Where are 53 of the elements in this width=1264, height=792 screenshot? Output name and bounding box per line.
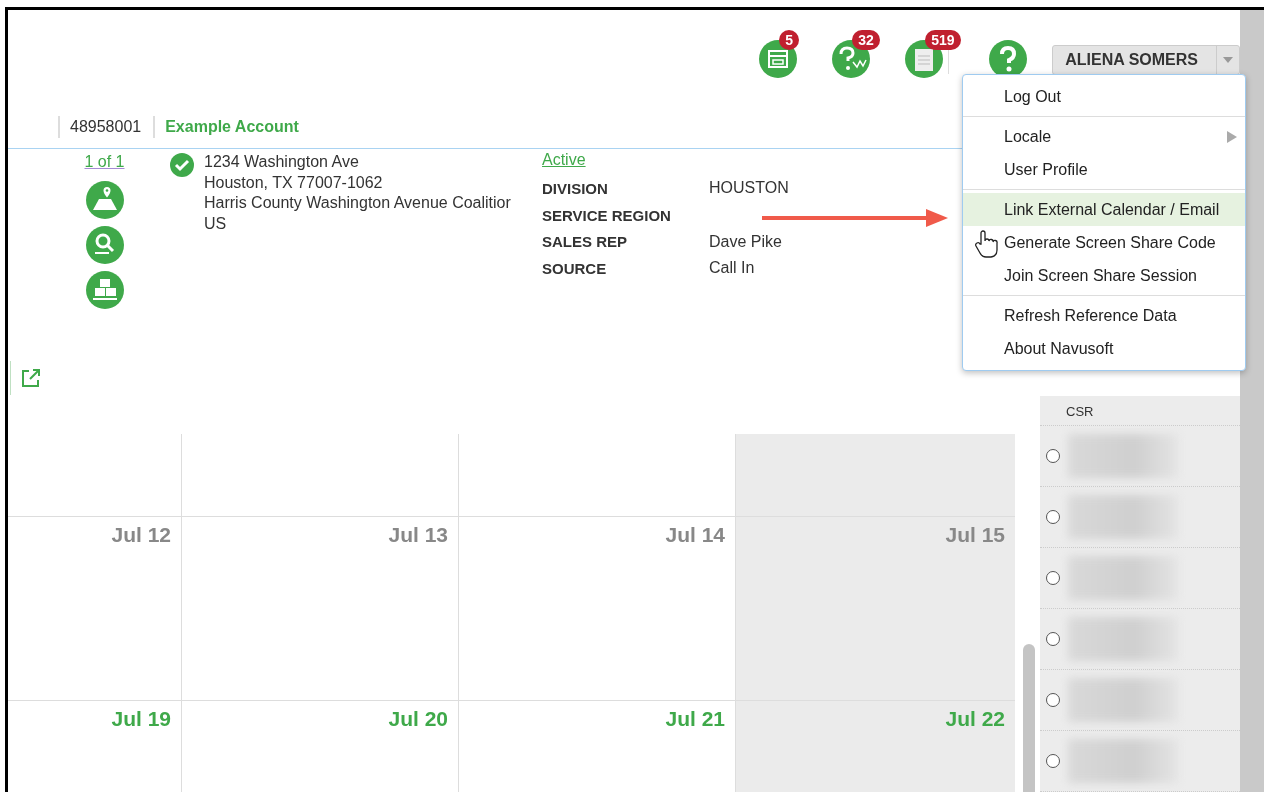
menu-item[interactable]: About Navusoft: [963, 332, 1245, 365]
calendar-day[interactable]: Jul 12: [8, 517, 182, 700]
field-value: Call In: [709, 259, 755, 278]
radio-button[interactable]: [1046, 571, 1060, 585]
field-label: SERVICE REGION: [542, 206, 672, 224]
check-icon: [170, 153, 194, 178]
window-scrollbar[interactable]: [1240, 10, 1264, 792]
day-date: Jul 12: [111, 523, 171, 546]
calendar-day[interactable]: Jul 20: [182, 701, 459, 792]
field-label: SOURCE: [542, 259, 608, 277]
day-date: Jul 21: [665, 707, 725, 730]
menu-item[interactable]: Locale: [963, 120, 1245, 153]
radio-button[interactable]: [1046, 632, 1060, 646]
day-date: Jul 14: [665, 523, 725, 546]
address-text: 1234 Washington Ave Houston, TX 77007-1062 Harris County Washington Avenue Coalitior US: [204, 152, 512, 234]
day-date: Jul 20: [388, 707, 448, 730]
calendar-day[interactable]: Jul 22: [736, 701, 1015, 792]
user-menu-button[interactable]: ALIENA SOMERS: [1052, 45, 1240, 75]
field-label: SALES REP: [542, 233, 629, 251]
field-value: HOUSTON: [709, 179, 789, 198]
boxes-icon[interactable]: [85, 271, 124, 310]
day-date: Jul 19: [111, 707, 171, 730]
count-badge: 32: [852, 30, 880, 50]
day-date: Jul 15: [945, 523, 1005, 546]
menu-item[interactable]: Link External Calendar / Email: [963, 193, 1245, 226]
menu-item[interactable]: User Profile: [963, 153, 1245, 186]
account-name: Example Account: [153, 115, 309, 138]
radio-button[interactable]: [1046, 449, 1060, 463]
menu-item[interactable]: Log Out: [963, 80, 1245, 113]
external-link-icon[interactable]: [20, 367, 42, 390]
account-number: 48958001: [58, 115, 152, 138]
map-pin-icon[interactable]: [85, 181, 124, 220]
radio-button[interactable]: [1046, 693, 1060, 707]
status-link[interactable]: Active: [542, 151, 586, 170]
radio-button[interactable]: [1046, 754, 1060, 768]
menu-item[interactable]: Refresh Reference Data: [963, 299, 1245, 332]
calendar-day[interactable]: Jul 13: [182, 517, 459, 700]
web-search-icon[interactable]: [85, 226, 124, 265]
menu-item[interactable]: Join Screen Share Session: [963, 259, 1245, 292]
radio-button[interactable]: [1046, 510, 1060, 524]
calendar-day[interactable]: Jul 15: [736, 517, 1015, 700]
day-date: Jul 22: [945, 707, 1005, 730]
scrollbar-thumb[interactable]: [1023, 644, 1035, 792]
field-value: Dave Pike: [709, 232, 782, 251]
caret-icon: [1223, 57, 1233, 63]
count-badge: 519: [925, 30, 961, 50]
pager-link[interactable]: 1 of 1: [84, 153, 125, 172]
menu-item[interactable]: Generate Screen Share Code: [963, 226, 1245, 259]
calendar-day[interactable]: Jul 19: [8, 701, 182, 792]
count-badge: 5: [779, 30, 800, 50]
field-label: DIVISION: [542, 179, 609, 197]
hand-cursor-icon: [974, 230, 998, 258]
day-date: Jul 13: [388, 523, 448, 546]
